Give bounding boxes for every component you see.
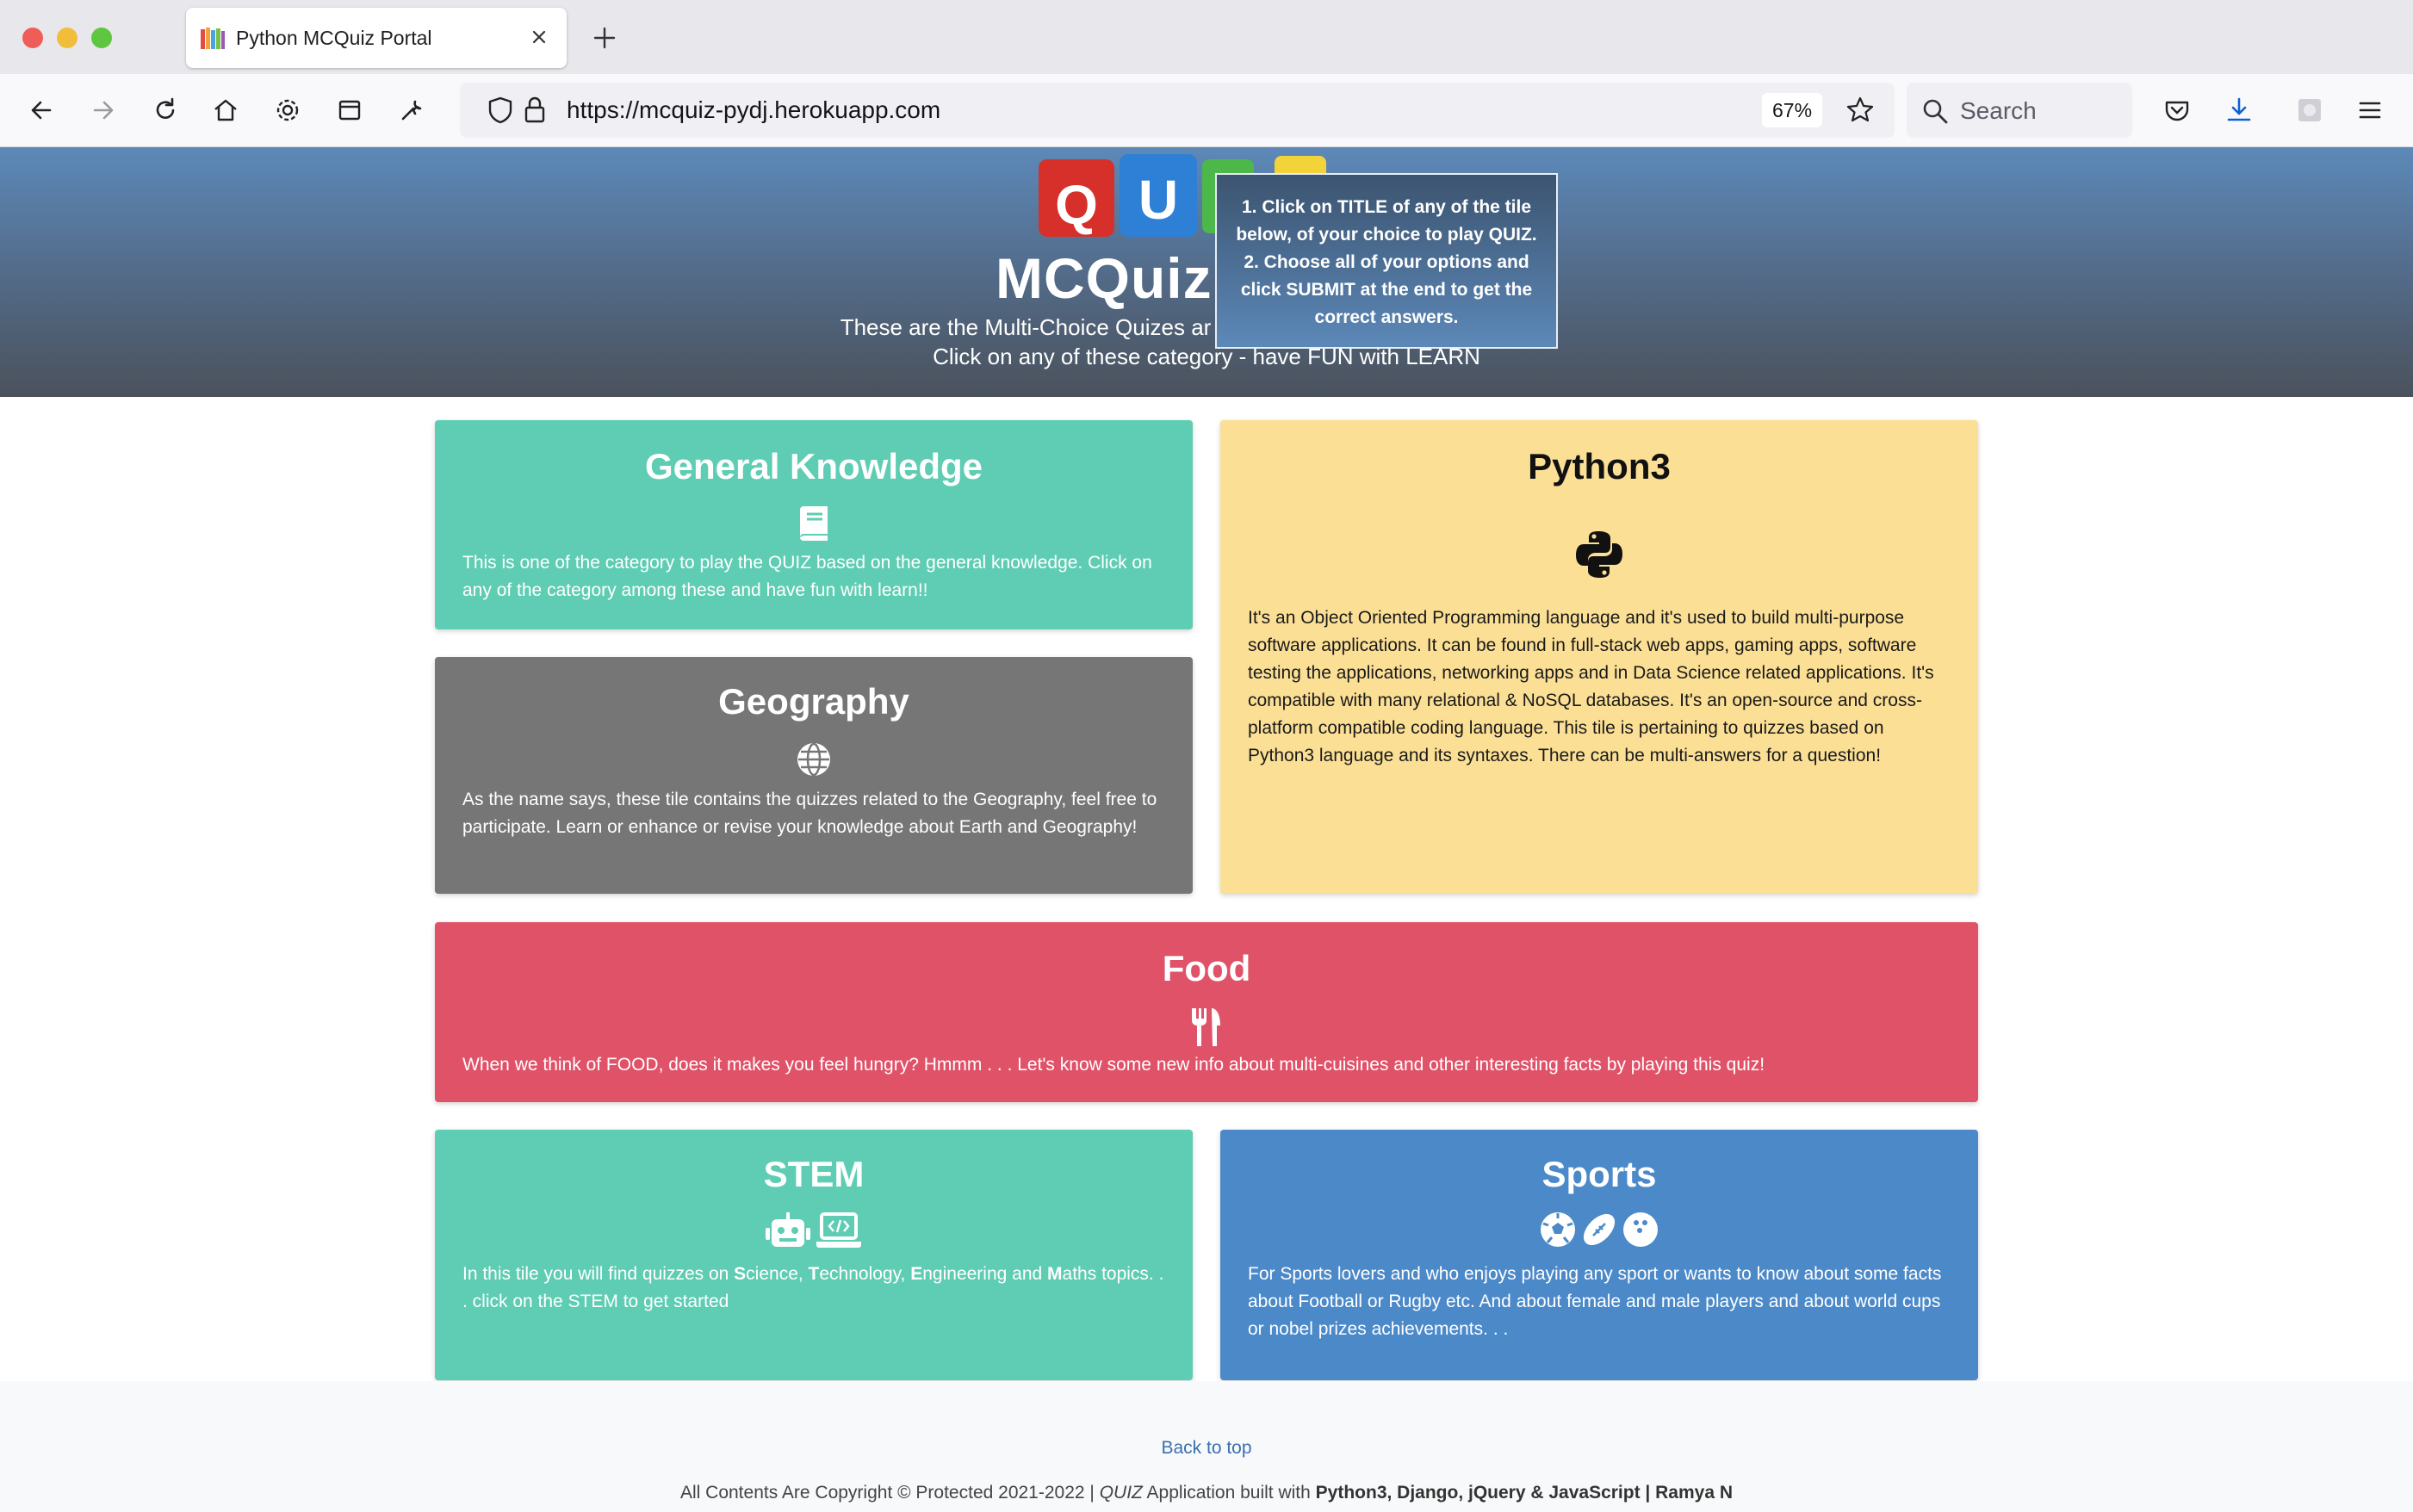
back-arrow-icon[interactable] bbox=[26, 95, 57, 126]
tooltip-line: 1. Click on TITLE of any of the tile bbox=[1241, 197, 1532, 217]
forward-arrow-icon[interactable] bbox=[88, 95, 119, 126]
back-to-top-link[interactable]: Back to top bbox=[0, 1438, 2413, 1459]
stem-letter-s: S bbox=[734, 1264, 747, 1284]
search-placeholder: Search bbox=[1960, 97, 2037, 124]
tooltip-line: correct answers. bbox=[1314, 307, 1459, 327]
search-bar[interactable]: Search bbox=[1907, 83, 2132, 138]
shield-icon[interactable] bbox=[486, 95, 515, 126]
tile-description: In this tile you will find quizzes on Sc… bbox=[462, 1261, 1165, 1316]
tile-title-general-knowledge[interactable]: General Knowledge bbox=[462, 420, 1165, 487]
settings-gear-icon[interactable] bbox=[272, 95, 303, 126]
tile-title-geography[interactable]: Geography bbox=[462, 657, 1165, 722]
tooltip-line: 2. Choose all of your options and bbox=[1244, 252, 1529, 272]
tile-sports: Sports For Sports lovers and who enjoys … bbox=[1220, 1130, 1978, 1380]
wrench-icon[interactable] bbox=[396, 95, 427, 126]
football-icon bbox=[1583, 1213, 1616, 1246]
new-tab-icon[interactable] bbox=[589, 22, 620, 53]
tile-general-knowledge: General Knowledge This is one of the cat… bbox=[435, 420, 1193, 629]
tile-geography: Geography As the name says, these tile c… bbox=[435, 657, 1193, 894]
hero-subtitle-line1: These are the Multi-Choice Quizes ar bbox=[840, 314, 1212, 340]
copyright-mid: Application built with bbox=[1142, 1483, 1316, 1503]
copyright-text: All Contents Are Copyright © Protected 2… bbox=[0, 1483, 2413, 1503]
tile-description: This is one of the category to play the … bbox=[462, 553, 1152, 600]
logo-letter-q: Q bbox=[1055, 174, 1098, 236]
page-footer: Back to top All Contents Are Copyright ©… bbox=[0, 1381, 2413, 1512]
download-icon[interactable] bbox=[2224, 95, 2255, 126]
tile-title-sports[interactable]: Sports bbox=[1248, 1130, 1951, 1195]
stem-icon-row bbox=[462, 1211, 1165, 1252]
hamburger-menu-icon[interactable] bbox=[2354, 95, 2385, 126]
copyright-tech: Python3, Django, jQuery & JavaScript | R… bbox=[1315, 1483, 1734, 1503]
hero-title: MCQuiz I bbox=[996, 246, 1246, 310]
tile-title-python3[interactable]: Python3 bbox=[1248, 420, 1951, 487]
minimize-window-button[interactable] bbox=[57, 28, 78, 48]
instructions-tooltip: 1. Click on TITLE of any of the tile bel… bbox=[1215, 173, 1558, 349]
tile-description: For Sports lovers and who enjoys playing… bbox=[1248, 1264, 1942, 1339]
tooltip-line: click SUBMIT at the end to get the bbox=[1240, 280, 1533, 300]
reload-icon[interactable] bbox=[150, 95, 181, 126]
stem-letter-e: E bbox=[910, 1264, 923, 1284]
tile-stem: STEM In this tile you will find quizzes … bbox=[435, 1130, 1193, 1380]
laptop-code-icon bbox=[816, 1212, 862, 1248]
zoom-level-badge[interactable]: 67% bbox=[1762, 93, 1823, 127]
sidebar-window-icon[interactable] bbox=[334, 95, 365, 126]
tile-description: It's an Object Oriented Programming lang… bbox=[1248, 608, 1934, 765]
robot-icon bbox=[765, 1212, 810, 1247]
globe-icon bbox=[797, 742, 830, 777]
bowling-ball-icon bbox=[1623, 1212, 1659, 1247]
tile-food: Food When we think of FOOD, does it make… bbox=[435, 922, 1978, 1102]
tab-title: Python MCQuiz Portal bbox=[236, 27, 432, 49]
sports-icon-row bbox=[1248, 1211, 1951, 1252]
stem-letter-t: T bbox=[808, 1264, 820, 1284]
tile-title-food[interactable]: Food bbox=[462, 922, 1951, 989]
pocket-icon[interactable] bbox=[2162, 95, 2193, 126]
close-window-button[interactable] bbox=[22, 28, 43, 48]
tile-description: When we think of FOOD, does it makes you… bbox=[462, 1055, 1765, 1075]
stem-text: echnology, bbox=[819, 1264, 911, 1284]
tile-description: As the name says, these tile contains th… bbox=[462, 790, 1157, 837]
home-icon[interactable] bbox=[210, 95, 241, 126]
tile-python3: Python3 It's an Object Oriented Programm… bbox=[1220, 420, 1978, 894]
search-icon bbox=[1923, 99, 1948, 124]
stem-text: ngineering and bbox=[922, 1264, 1048, 1284]
address-bar[interactable]: https://mcquiz-pydj.herokuapp.com 67% bbox=[460, 83, 1895, 138]
stem-letter-m: M bbox=[1047, 1264, 1063, 1284]
tile-title-stem[interactable]: STEM bbox=[462, 1130, 1165, 1195]
stem-text: cience, bbox=[746, 1264, 809, 1284]
browser-tab-bar: Python MCQuiz Portal bbox=[0, 0, 2413, 74]
browser-toolbar: https://mcquiz-pydj.herokuapp.com 67% Se… bbox=[0, 74, 2413, 147]
bookmark-star-icon[interactable] bbox=[1845, 95, 1876, 126]
hero-subtitle-line2: Click on any of these category - have FU… bbox=[933, 344, 1480, 369]
tooltip-line: below, of your choice to play QUIZ. bbox=[1236, 225, 1537, 245]
logo-letter-u: U bbox=[1138, 169, 1179, 231]
hero-banner: Q U MCQuiz I These are the Multi-Choice … bbox=[0, 147, 2413, 397]
utensils-icon bbox=[1192, 1008, 1220, 1046]
book-icon bbox=[800, 506, 828, 541]
copyright-quiz-word: QUIZ bbox=[1099, 1483, 1143, 1503]
close-tab-icon[interactable] bbox=[527, 25, 551, 49]
extension-icon[interactable] bbox=[2294, 95, 2325, 126]
python-icon bbox=[1576, 531, 1622, 578]
soccer-ball-icon bbox=[1540, 1212, 1575, 1247]
lock-icon[interactable] bbox=[522, 95, 548, 126]
active-tab[interactable]: Python MCQuiz Portal bbox=[186, 8, 567, 68]
copyright-prefix: All Contents Are Copyright © Protected 2… bbox=[679, 1483, 1100, 1503]
url-text[interactable]: https://mcquiz-pydj.herokuapp.com bbox=[567, 96, 940, 124]
stem-text: In this tile you will find quizzes on bbox=[462, 1264, 735, 1284]
books-favicon-icon bbox=[201, 28, 225, 49]
maximize-window-button[interactable] bbox=[91, 28, 112, 48]
